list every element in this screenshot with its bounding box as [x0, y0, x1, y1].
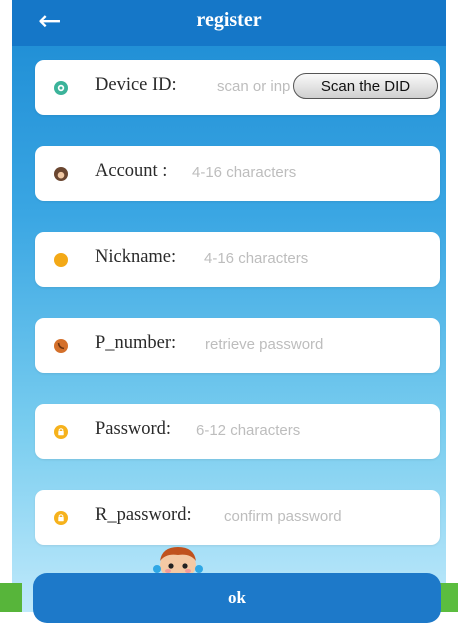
password-field[interactable]: Password: 6-12 characters — [35, 404, 440, 459]
person-icon — [54, 167, 68, 181]
top-bar: ← register — [12, 0, 446, 46]
nickname-field[interactable]: Nickname: 4-16 characters — [35, 232, 440, 287]
target-icon — [54, 81, 68, 95]
confirm-password-label: R_password: — [95, 505, 192, 525]
phone-number-label: P_number: — [95, 333, 177, 353]
ok-button[interactable]: ok — [33, 573, 441, 623]
lock-icon — [54, 511, 68, 525]
device-id-field[interactable]: Device ID: scan or inp Scan the DID — [35, 60, 440, 115]
grass-decoration — [0, 583, 22, 612]
device-id-label: Device ID: — [95, 75, 177, 95]
page-title: register — [196, 9, 262, 31]
scan-did-button[interactable]: Scan the DID — [293, 73, 438, 99]
account-input[interactable]: 4-16 characters — [192, 164, 296, 181]
confirm-password-input[interactable]: confirm password — [224, 508, 342, 525]
phone-number-field[interactable]: P_number: retrieve password — [35, 318, 440, 373]
hand-icon — [54, 253, 68, 267]
password-input[interactable]: 6-12 characters — [196, 422, 300, 439]
register-screen: ← register Device ID: scan or inp Scan t… — [12, 0, 446, 612]
nickname-label: Nickname: — [95, 247, 177, 267]
phone-icon — [54, 339, 68, 353]
password-label: Password: — [95, 419, 172, 439]
device-id-input[interactable]: scan or inp — [217, 78, 290, 95]
lock-icon — [54, 425, 68, 439]
account-label: Account : — [95, 161, 168, 181]
phone-number-input[interactable]: retrieve password — [205, 336, 323, 353]
account-field[interactable]: Account : 4-16 characters — [35, 146, 440, 201]
grass-decoration — [440, 583, 458, 612]
nickname-input[interactable]: 4-16 characters — [204, 250, 308, 267]
confirm-password-field[interactable]: R_password: confirm password — [35, 490, 440, 545]
